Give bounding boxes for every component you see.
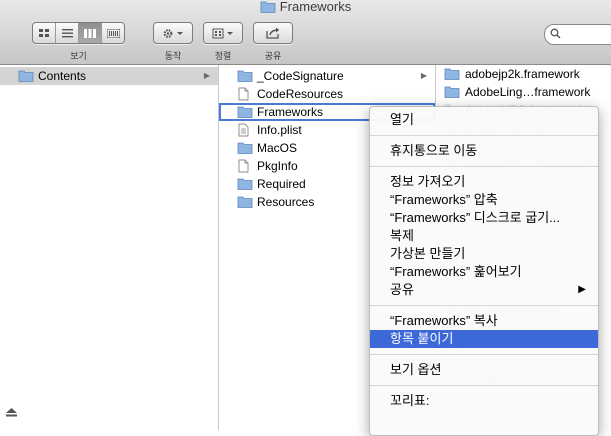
menu-item-share[interactable]: 공유 ▶ (370, 281, 598, 299)
list-item[interactable]: _CodeSignature ▶ (219, 67, 435, 85)
submenu-arrow-icon: ▶ (578, 284, 586, 295)
list-item[interactable]: adobejp2k.framework (436, 65, 611, 83)
icon-view-button[interactable] (33, 23, 56, 43)
menu-separator (370, 385, 598, 386)
folder-icon (237, 195, 253, 213)
item-label: adobejp2k.framework (465, 67, 580, 81)
menu-item-get-info[interactable]: 정보 가져오기 (370, 173, 598, 191)
share-control: 공유 (253, 22, 293, 62)
menu-item-compress[interactable]: “Frameworks” 압축 (370, 191, 598, 209)
share-label: 공유 (264, 51, 282, 61)
item-label: CodeResources (257, 87, 344, 101)
arrange-button[interactable] (204, 23, 242, 43)
list-item[interactable]: AdobeLing…framework (436, 83, 611, 101)
gear-icon (163, 28, 183, 38)
browser-column-1: Contents ▶ (0, 65, 219, 430)
action-control: 동작 (153, 22, 193, 62)
menu-separator (370, 305, 598, 306)
action-label: 동작 (164, 51, 182, 61)
view-control: 보기 (32, 22, 125, 62)
folder-icon (260, 0, 276, 16)
item-label: Resources (257, 195, 315, 209)
search-icon (550, 28, 561, 39)
column-view-button[interactable] (79, 23, 102, 43)
action-button[interactable] (154, 23, 192, 43)
item-label: PkgInfo (257, 159, 298, 173)
menu-item-view-options[interactable]: 보기 옵션 (370, 361, 598, 379)
menu-item-move-to-trash[interactable]: 휴지통으로 이동 (370, 142, 598, 160)
list-item[interactable]: Contents ▶ (0, 67, 218, 85)
arrange-control: 정렬 (203, 22, 243, 62)
menu-item-open[interactable]: 열기 (370, 111, 598, 129)
eject-icon[interactable] (6, 404, 17, 422)
folder-icon (18, 69, 34, 87)
grid-icon (38, 28, 49, 37)
window-title: Frameworks (0, 0, 611, 16)
menu-separator (370, 354, 598, 355)
menu-item-share-label: 공유 (390, 282, 414, 297)
menu-item-paste[interactable]: 항목 붙이기 (370, 330, 598, 348)
item-label: _CodeSignature (257, 69, 344, 83)
item-label: Info.plist (257, 123, 302, 137)
list-item[interactable]: CodeResources (219, 85, 435, 103)
item-label: Required (257, 177, 306, 191)
item-label: Frameworks (257, 105, 324, 119)
menu-separator (370, 166, 598, 167)
finder-toolbar: Frameworks 보기 동작 정렬 공유 (0, 0, 611, 65)
list-icon (61, 28, 73, 37)
menu-item-tags[interactable]: 꼬리표: (370, 392, 598, 410)
menu-item-quick-look[interactable]: “Frameworks” 훑어보기 (370, 263, 598, 281)
item-label: MacOS (257, 141, 298, 155)
context-menu: 열기 휴지통으로 이동 정보 가져오기 “Frameworks” 압축 “Fra… (369, 106, 599, 436)
item-label: Contents (38, 69, 87, 83)
menu-item-copy[interactable]: “Frameworks” 복사 (370, 312, 598, 330)
menu-item-burn[interactable]: “Frameworks” 디스크로 굽기... (370, 209, 598, 227)
arrange-label: 정렬 (214, 51, 232, 61)
search-field[interactable] (544, 24, 611, 45)
coverflow-view-button[interactable] (102, 23, 124, 43)
coverflow-icon (106, 28, 120, 38)
share-button[interactable] (254, 23, 292, 43)
disclosure-arrow-icon: ▶ (420, 71, 427, 80)
menu-item-duplicate[interactable]: 복제 (370, 227, 598, 245)
list-view-button[interactable] (56, 23, 79, 43)
menu-separator (370, 135, 598, 136)
arrange-icon (212, 28, 233, 38)
disclosure-arrow-icon: ▶ (203, 71, 210, 80)
menu-item-make-alias[interactable]: 가상본 만들기 (370, 245, 598, 263)
view-label: 보기 (70, 51, 87, 61)
share-icon (266, 27, 280, 39)
columns-icon (84, 28, 96, 38)
window-title-text: Frameworks (279, 0, 352, 14)
item-label: AdobeLing…framework (465, 85, 591, 99)
